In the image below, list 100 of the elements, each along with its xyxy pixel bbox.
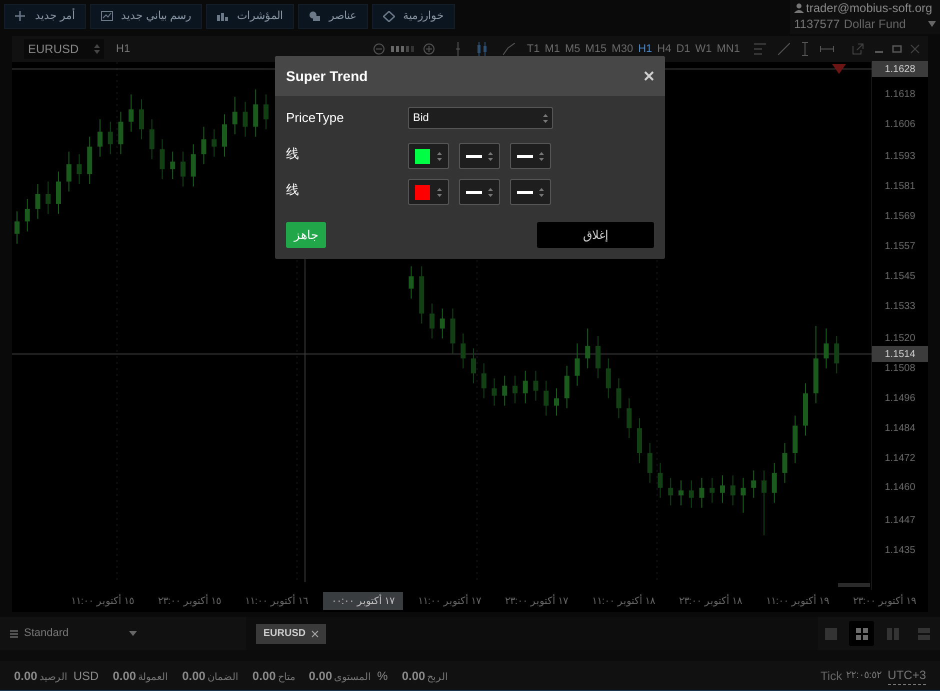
candlestick <box>834 335 840 374</box>
dialog-title: Super Trend <box>286 66 368 86</box>
candlestick <box>730 474 736 506</box>
zoom-slider-icon[interactable] <box>390 46 417 52</box>
candlestick <box>751 470 756 498</box>
candlestick <box>56 171 61 214</box>
candlestick <box>76 154 82 185</box>
crosshair-icon[interactable] <box>454 42 461 56</box>
external-window-icon[interactable] <box>852 43 864 55</box>
candlestick <box>596 335 600 379</box>
candlestick <box>668 477 674 506</box>
candlestick <box>678 480 684 506</box>
toolbar-button[interactable]: المؤشرات <box>206 4 294 29</box>
timeframe-tab[interactable]: M15 <box>585 40 607 58</box>
bar-chart-icon <box>217 11 230 22</box>
timeframe-tab[interactable]: M1 <box>544 40 560 58</box>
diamond-icon <box>383 11 396 22</box>
timeframe-tab[interactable]: M5 <box>564 40 580 58</box>
price-label: 1.1484 <box>884 422 916 436</box>
spinner-icon <box>437 152 442 160</box>
candlestick <box>430 303 434 339</box>
field-label: PriceType <box>286 109 345 127</box>
candlestick <box>564 365 570 409</box>
indicator-icon[interactable] <box>754 42 768 56</box>
zoom-out-icon[interactable] <box>372 43 385 55</box>
ok-button[interactable]: جاهز <box>286 222 326 248</box>
layout-button[interactable] <box>849 621 874 646</box>
price-type-select[interactable]: Bid <box>408 107 553 129</box>
candlestick <box>616 378 622 419</box>
candlestick <box>98 118 102 158</box>
line-chart-icon[interactable] <box>502 43 515 55</box>
time-label: ١٥ أكتوبر ١١:٠٠ <box>70 594 136 608</box>
candlestick <box>170 151 176 180</box>
time-label: ١٨ أكتوبر ١١:٠٠ <box>590 594 656 608</box>
horizontal-line-icon[interactable] <box>820 46 834 52</box>
time-label: ١٨ أكتوبر ٢٣:٠٠ <box>678 594 744 608</box>
timeframe-tab[interactable]: W1 <box>695 40 712 58</box>
caret-icon <box>928 21 936 27</box>
time-label: ١٥ أكتوبر ٢٣:٠٠ <box>156 594 222 608</box>
time-label: ١٩ أكتوبر ٢٣:٠٠ <box>852 594 918 608</box>
symbol-select[interactable]: EURUSD <box>24 39 104 59</box>
candlestick <box>128 94 134 132</box>
field-label: 线 <box>286 145 300 163</box>
field-label: 线 <box>286 181 300 199</box>
spinner-icon <box>543 114 548 122</box>
status-value: 0.00 <box>14 668 38 684</box>
toolbar-button[interactable]: رسم بياني جديد <box>90 4 202 29</box>
candlestick <box>232 96 238 135</box>
price-label: 1.1557 <box>884 240 916 254</box>
plus-icon <box>15 11 27 22</box>
line-width-select[interactable] <box>510 143 551 169</box>
candlestick <box>46 181 51 214</box>
timeframe-tab[interactable]: H1 <box>638 40 652 58</box>
layout-select[interactable]: Standard <box>10 625 137 642</box>
candlestick <box>139 98 144 140</box>
tick-time: ٢٢:٠٥:٥٢ <box>846 669 882 683</box>
maximize-icon[interactable] <box>892 44 902 54</box>
caret-icon <box>128 631 137 636</box>
timeframe-tab[interactable]: H4 <box>657 40 672 58</box>
candlestick <box>492 378 497 406</box>
price-label: 1.1533 <box>884 300 916 314</box>
trend-line-icon[interactable] <box>778 43 790 55</box>
status-label: الربح <box>427 670 448 684</box>
spinner-icon <box>488 188 493 196</box>
candlestick <box>782 442 788 484</box>
single-pane-icon <box>824 628 836 640</box>
color-picker[interactable] <box>408 179 449 205</box>
toolbar-button[interactable]: خوارزمية <box>372 4 456 29</box>
timeframe-tab[interactable]: M30 <box>612 40 634 58</box>
candlestick <box>264 94 268 130</box>
status-label: المستوى <box>334 670 372 684</box>
price-label: 1.1447 <box>884 514 916 528</box>
scroll-bar-icon[interactable] <box>838 583 870 587</box>
line-width-select[interactable] <box>510 179 551 205</box>
candlestick <box>544 380 549 416</box>
toolbar-button[interactable]: أمر جديد <box>4 4 86 29</box>
zoom-in-icon[interactable] <box>422 43 435 55</box>
status-label: متاح <box>278 670 295 684</box>
candlestick <box>35 184 40 220</box>
chart-tab[interactable]: EURUSD <box>256 624 326 644</box>
shapes-icon <box>309 11 322 22</box>
timeframe-tab[interactable]: T1 <box>526 40 540 58</box>
account-select[interactable]: 1137577 Dollar Fund <box>794 16 936 32</box>
time-label: ١٧ أكتوبر ٠٠:٠٠ <box>323 592 403 610</box>
time-label: ١٦ أكتوبر ١١:٠٠ <box>244 594 310 608</box>
candles-icon[interactable] <box>476 42 487 56</box>
price-label: 1.1618 <box>884 88 916 102</box>
line-style-select[interactable] <box>459 179 500 205</box>
timezone-link[interactable]: UTC+3 <box>888 666 926 685</box>
vertical-line-icon[interactable] <box>802 42 808 56</box>
color-picker[interactable] <box>408 143 449 169</box>
candlestick <box>222 114 227 158</box>
rows-layout-icon <box>918 628 930 640</box>
toolbar-button[interactable]: عناصر <box>298 4 368 29</box>
timeframe-tab[interactable]: MN1 <box>716 40 740 58</box>
status-label: العمولة <box>138 670 168 684</box>
line-sample-icon <box>517 190 533 194</box>
timeframe-tab[interactable]: D1 <box>676 40 690 58</box>
close-button[interactable]: إغلاق <box>537 222 654 248</box>
line-style-select[interactable] <box>459 143 500 169</box>
